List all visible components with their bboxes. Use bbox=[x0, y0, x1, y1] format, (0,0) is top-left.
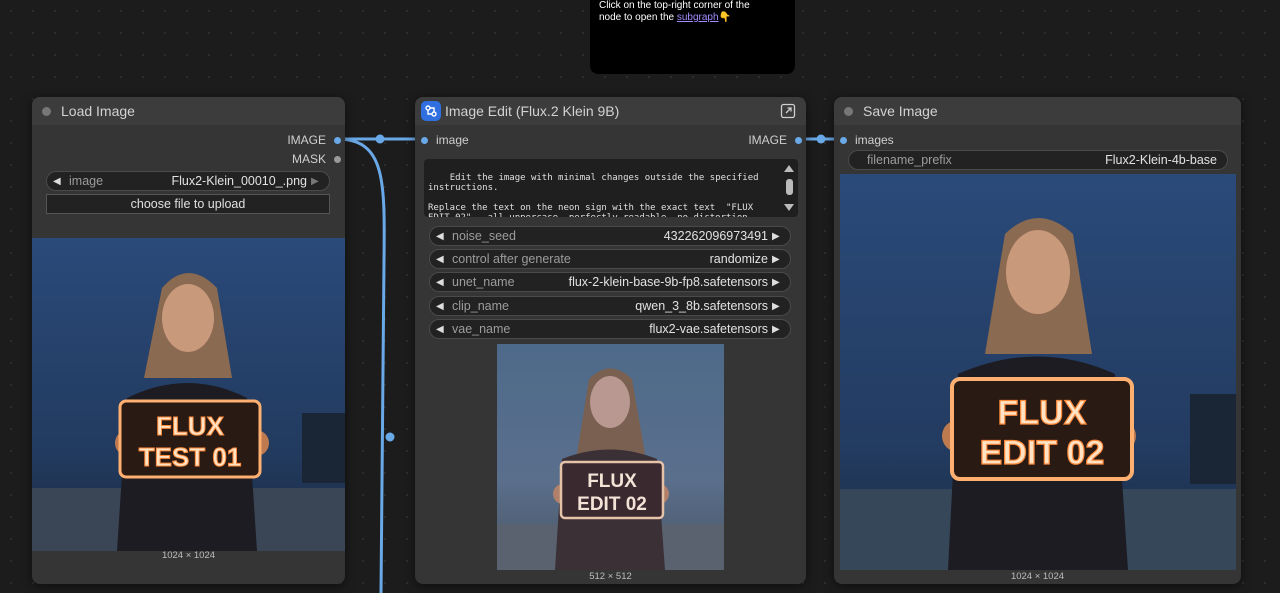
widget-value: Flux2-Klein_00010_.png bbox=[171, 174, 307, 188]
open-subgraph-icon[interactable] bbox=[780, 103, 796, 119]
subgraph-hint-note: Click on the top-right corner of the nod… bbox=[590, 0, 795, 74]
widget-value: qwen_3_8b.safetensors bbox=[635, 299, 768, 313]
image-edit-subgraph-node[interactable]: Image Edit (Flux.2 Klein 9B) image IMAGE… bbox=[415, 97, 806, 584]
note-text: node to open the bbox=[599, 12, 677, 23]
prompt-textarea[interactable]: Edit the image with minimal changes outs… bbox=[424, 159, 798, 217]
preview-image: FLUX EDIT 02 bbox=[840, 174, 1236, 570]
scroll-up-icon[interactable] bbox=[784, 165, 794, 172]
pointing-hand-icon: 👇 bbox=[718, 12, 732, 23]
subgraph-icon bbox=[421, 101, 441, 121]
wire-midpoint bbox=[816, 134, 826, 144]
widget-value: flux-2-klein-base-9b-fp8.safetensors bbox=[568, 275, 768, 289]
arrow-right-icon[interactable]: ▶ bbox=[772, 277, 784, 288]
arrow-right-icon[interactable]: ▶ bbox=[311, 176, 323, 187]
slot-label: images bbox=[855, 133, 894, 147]
image-dimensions: 1024 × 1024 bbox=[1010, 571, 1065, 582]
slot-label: MASK bbox=[291, 152, 326, 166]
save-image-header[interactable]: Save Image bbox=[834, 97, 1241, 125]
control-after-generate-widget[interactable]: ◀ control after generate randomize ▶ bbox=[429, 249, 791, 269]
sign-text-line-2: EDIT 02 bbox=[980, 434, 1105, 472]
arrow-right-icon[interactable]: ▶ bbox=[772, 254, 784, 265]
widget-label: vae_name bbox=[452, 322, 511, 336]
arrow-right-icon[interactable]: ▶ bbox=[772, 324, 784, 335]
note-line-2: node to open the subgraph👇 bbox=[599, 12, 786, 24]
widget-label: clip_name bbox=[452, 299, 509, 313]
slot-label: IMAGE bbox=[748, 133, 787, 147]
node-status-icon bbox=[844, 106, 853, 116]
node-status-icon bbox=[42, 106, 51, 116]
output-slot-mask[interactable]: MASK bbox=[292, 151, 341, 167]
slot-connector-icon[interactable] bbox=[840, 136, 847, 144]
node-title: Save Image bbox=[863, 103, 938, 119]
input-slot-image[interactable]: image bbox=[421, 132, 469, 148]
wire-midpoint bbox=[385, 432, 395, 442]
clip-name-widget[interactable]: ◀ clip_name qwen_3_8b.safetensors ▶ bbox=[429, 296, 791, 316]
widget-value: Flux2-Klein-4b-base bbox=[1105, 153, 1217, 167]
save-image-node[interactable]: Save Image images filename_prefix Flux2-… bbox=[834, 97, 1241, 584]
arrow-right-icon[interactable]: ▶ bbox=[772, 231, 784, 242]
slot-connector-icon[interactable] bbox=[795, 136, 802, 144]
save-image-preview: FLUX EDIT 02 bbox=[840, 174, 1236, 570]
arrow-left-icon[interactable]: ◀ bbox=[436, 231, 448, 242]
unet-name-widget[interactable]: ◀ unet_name flux-2-klein-base-9b-fp8.saf… bbox=[429, 272, 791, 292]
slot-connector-icon[interactable] bbox=[334, 136, 341, 144]
noise-seed-widget[interactable]: ◀ noise_seed 432262096973491 ▶ bbox=[429, 226, 791, 246]
arrow-left-icon[interactable]: ◀ bbox=[436, 301, 448, 312]
output-slot-image[interactable]: IMAGE bbox=[287, 132, 341, 148]
arrow-left-icon[interactable]: ◀ bbox=[53, 176, 65, 187]
preview-image: FLUX TEST 01 bbox=[32, 238, 345, 551]
output-slot-image[interactable]: IMAGE bbox=[748, 132, 802, 148]
arrow-left-icon[interactable]: ◀ bbox=[436, 254, 448, 265]
filename-prefix-widget[interactable]: filename_prefix Flux2-Klein-4b-base bbox=[848, 150, 1228, 170]
widget-label: unet_name bbox=[452, 275, 515, 289]
sign-text-line-1: FLUX bbox=[587, 471, 637, 492]
widget-value: randomize bbox=[709, 252, 768, 266]
sign-text-line-1: FLUX bbox=[156, 411, 225, 441]
slot-connector-icon[interactable] bbox=[334, 155, 341, 163]
prompt-text: Edit the image with minimal changes outs… bbox=[428, 173, 759, 217]
input-slot-images[interactable]: images bbox=[840, 132, 894, 148]
widget-label: filename_prefix bbox=[867, 153, 952, 167]
load-image-header[interactable]: Load Image bbox=[32, 97, 345, 125]
slot-label: image bbox=[436, 133, 469, 147]
arrow-left-icon[interactable]: ◀ bbox=[436, 324, 448, 335]
note-line-1: Click on the top-right corner of the bbox=[599, 0, 750, 11]
widget-label: image bbox=[69, 174, 104, 188]
textarea-scrollbar[interactable] bbox=[784, 163, 794, 213]
widget-label: control after generate bbox=[452, 252, 571, 266]
arrow-right-icon[interactable]: ▶ bbox=[772, 301, 784, 312]
image-combo-widget[interactable]: ◀ image Flux2-Klein_00010_.png ▶ bbox=[46, 171, 330, 191]
load-image-node[interactable]: Load Image IMAGE MASK ◀ image Flux2-Klei… bbox=[32, 97, 345, 584]
vae-name-widget[interactable]: ◀ vae_name flux2-vae.safetensors ▶ bbox=[429, 319, 791, 339]
image-dimensions: 1024 × 1024 bbox=[161, 550, 216, 561]
subgraph-link[interactable]: subgraph bbox=[677, 12, 719, 23]
node-title: Load Image bbox=[61, 103, 135, 119]
node-title: Image Edit (Flux.2 Klein 9B) bbox=[445, 103, 620, 119]
sign-text-line-2: EDIT 02 bbox=[577, 494, 647, 515]
sign-text-line-2: TEST 01 bbox=[139, 442, 242, 472]
image-edit-preview: FLUX EDIT 02 bbox=[497, 344, 724, 570]
scroll-down-icon[interactable] bbox=[784, 204, 794, 211]
scroll-thumb[interactable] bbox=[786, 179, 793, 195]
choose-file-button[interactable]: choose file to upload bbox=[46, 194, 330, 214]
sign-text-line-1: FLUX bbox=[998, 394, 1087, 432]
widget-label: noise_seed bbox=[452, 229, 516, 243]
preview-image: FLUX EDIT 02 bbox=[497, 344, 724, 570]
image-dimensions: 512 × 512 bbox=[589, 571, 632, 582]
slot-connector-icon[interactable] bbox=[421, 136, 428, 144]
arrow-left-icon[interactable]: ◀ bbox=[436, 277, 448, 288]
slot-label: IMAGE bbox=[287, 133, 326, 147]
wire-midpoint bbox=[375, 134, 385, 144]
widget-value: 432262096973491 bbox=[663, 229, 768, 243]
image-edit-header[interactable]: Image Edit (Flux.2 Klein 9B) bbox=[415, 97, 806, 125]
load-image-preview: FLUX TEST 01 bbox=[32, 238, 345, 551]
widget-value: flux2-vae.safetensors bbox=[649, 322, 768, 336]
